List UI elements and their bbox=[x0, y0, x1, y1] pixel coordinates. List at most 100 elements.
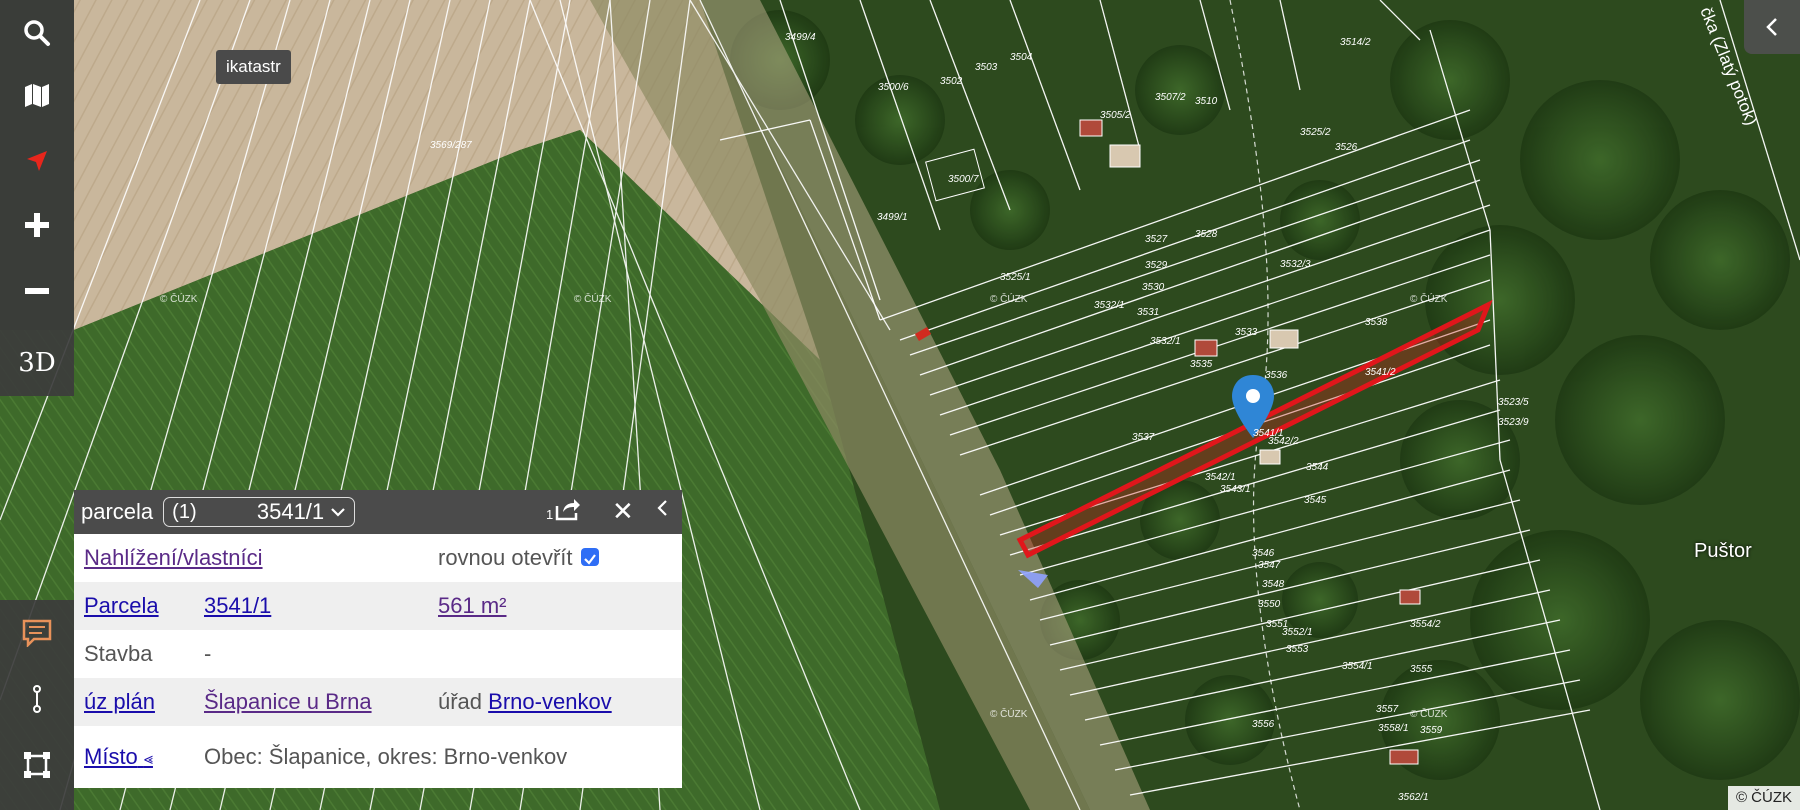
location-link[interactable]: Místo ⪡ bbox=[84, 744, 153, 770]
svg-text:3499/1: 3499/1 bbox=[877, 212, 908, 223]
building-value: - bbox=[204, 641, 212, 666]
comment-icon bbox=[22, 619, 52, 647]
svg-text:© ČÚZK: © ČÚZK bbox=[574, 292, 612, 305]
panel-collapse-button[interactable] bbox=[656, 498, 668, 523]
svg-text:3532/1: 3532/1 bbox=[1094, 300, 1125, 311]
svg-text:3529: 3529 bbox=[1145, 260, 1168, 271]
collapse-right-button[interactable] bbox=[1744, 0, 1800, 54]
svg-text:3523/9: 3523/9 bbox=[1498, 417, 1529, 428]
3d-button[interactable]: 3D bbox=[0, 330, 74, 396]
measure-button[interactable] bbox=[0, 666, 74, 732]
search-icon bbox=[24, 20, 50, 46]
chevron-left-icon bbox=[1766, 18, 1777, 36]
svg-text:© ČÚZK: © ČÚZK bbox=[160, 292, 198, 305]
svg-text:3558/1: 3558/1 bbox=[1378, 723, 1409, 734]
office-label: úřad bbox=[438, 689, 483, 714]
row-ownership: Nahlížení/vlastníci rovnou otevřít bbox=[74, 534, 682, 582]
row-parcel: Parcela 3541/1 561 m² bbox=[74, 582, 682, 630]
building-label: Stavba bbox=[84, 641, 153, 666]
map-icon bbox=[25, 84, 49, 107]
svg-text:3555: 3555 bbox=[1410, 664, 1433, 675]
zoom-in-button[interactable] bbox=[0, 192, 74, 258]
svg-text:3543/1: 3543/1 bbox=[1220, 484, 1251, 495]
svg-text:3548: 3548 bbox=[1262, 579, 1285, 590]
copyright-label: © ČÚZK bbox=[1727, 786, 1800, 810]
svg-text:3541/2: 3541/2 bbox=[1365, 367, 1396, 378]
tools-toolbar bbox=[0, 600, 74, 810]
svg-text:3532/1: 3532/1 bbox=[1150, 336, 1181, 347]
svg-text:© ČÚZK: © ČÚZK bbox=[1410, 707, 1448, 720]
svg-text:3527: 3527 bbox=[1145, 234, 1168, 245]
share-button[interactable]: 1 bbox=[546, 496, 582, 522]
svg-text:3533: 3533 bbox=[1235, 327, 1258, 338]
comment-button[interactable] bbox=[0, 600, 74, 666]
measure-icon bbox=[33, 685, 41, 713]
open-directly-option[interactable]: rovnou otevřít bbox=[438, 545, 599, 571]
svg-text:3553: 3553 bbox=[1286, 644, 1309, 655]
svg-text:3525/1: 3525/1 bbox=[1000, 272, 1031, 283]
row-location: Místo ⪡ Obec: Šlapanice, okres: Brno-ven… bbox=[74, 726, 682, 788]
chevron-down-icon bbox=[331, 508, 345, 517]
svg-text:3542/2: 3542/2 bbox=[1268, 436, 1299, 447]
parcel-select-count: (1) bbox=[172, 500, 197, 523]
panel-title: parcela bbox=[81, 499, 154, 524]
svg-text:© ČÚZK: © ČÚZK bbox=[1410, 292, 1448, 305]
ownership-link[interactable]: Nahlížení/vlastníci bbox=[84, 545, 263, 571]
locate-button[interactable] bbox=[0, 128, 74, 194]
svg-text:3507/2: 3507/2 bbox=[1155, 92, 1186, 103]
zoning-plan-link[interactable]: úz plán bbox=[84, 689, 155, 715]
svg-text:3554/2: 3554/2 bbox=[1410, 619, 1441, 630]
svg-text:3525/2: 3525/2 bbox=[1300, 127, 1331, 138]
check-icon bbox=[583, 554, 596, 565]
parcel-link[interactable]: Parcela bbox=[84, 593, 159, 619]
svg-text:3500/7: 3500/7 bbox=[948, 174, 979, 185]
row-building: Stavba - bbox=[74, 630, 682, 678]
chevron-left-icon bbox=[657, 500, 667, 516]
svg-text:© ČÚZK: © ČÚZK bbox=[990, 292, 1028, 305]
search-button[interactable] bbox=[0, 0, 74, 66]
zoom-out-icon bbox=[25, 288, 49, 294]
share-icon bbox=[555, 499, 581, 521]
parcel-area-link[interactable]: 561 m² bbox=[438, 593, 506, 619]
map-toolbar: 3D bbox=[0, 0, 74, 396]
parcel-info-panel: parcela (1) 3541/1 1 ✕ Nahlížení/vlastní… bbox=[74, 490, 682, 808]
svg-text:3569/287: 3569/287 bbox=[430, 140, 472, 151]
svg-text:3544: 3544 bbox=[1306, 462, 1329, 473]
panel-header: parcela (1) 3541/1 1 ✕ bbox=[74, 490, 682, 534]
area-button[interactable] bbox=[0, 732, 74, 798]
svg-text:3538: 3538 bbox=[1365, 317, 1388, 328]
row-zoning: úz plán Šlapanice u Brna úřad Brno-venko… bbox=[74, 678, 682, 726]
svg-text:3505/2: 3505/2 bbox=[1100, 110, 1131, 121]
parcel-select-value: 3541/1 bbox=[256, 499, 325, 524]
svg-text:3557: 3557 bbox=[1376, 704, 1399, 715]
svg-text:3556: 3556 bbox=[1252, 719, 1275, 730]
svg-text:3530: 3530 bbox=[1142, 282, 1165, 293]
open-directly-checkbox[interactable] bbox=[580, 548, 599, 567]
svg-text:3532/3: 3532/3 bbox=[1280, 259, 1311, 270]
share-count: 1 bbox=[546, 507, 554, 522]
svg-text:3545: 3545 bbox=[1304, 495, 1327, 506]
svg-text:3562/1: 3562/1 bbox=[1398, 792, 1429, 803]
area-icon bbox=[24, 752, 50, 778]
close-icon[interactable]: ✕ bbox=[612, 496, 634, 527]
svg-text:3542/1: 3542/1 bbox=[1205, 472, 1236, 483]
svg-text:3510: 3510 bbox=[1195, 96, 1218, 107]
svg-text:3500/6: 3500/6 bbox=[878, 82, 909, 93]
svg-text:3546: 3546 bbox=[1252, 548, 1275, 559]
svg-text:3502: 3502 bbox=[940, 76, 963, 87]
svg-text:3514/2: 3514/2 bbox=[1340, 37, 1371, 48]
cadastral-area-link[interactable]: Šlapanice u Brna bbox=[204, 689, 372, 715]
zoom-in-icon bbox=[25, 213, 49, 237]
map-layers-button[interactable] bbox=[0, 62, 74, 128]
svg-text:3547: 3547 bbox=[1258, 560, 1281, 571]
svg-text:3523/5: 3523/5 bbox=[1498, 397, 1529, 408]
parcel-select[interactable]: (1) 3541/1 bbox=[163, 497, 356, 527]
parcel-number-link[interactable]: 3541/1 bbox=[204, 593, 271, 619]
svg-text:3550: 3550 bbox=[1258, 599, 1281, 610]
office-link[interactable]: Brno-venkov bbox=[488, 689, 612, 714]
zoom-out-button[interactable] bbox=[0, 258, 74, 324]
svg-text:3504: 3504 bbox=[1010, 52, 1033, 63]
svg-text:3531: 3531 bbox=[1137, 307, 1159, 318]
svg-text:3559: 3559 bbox=[1420, 725, 1443, 736]
svg-text:3499/4: 3499/4 bbox=[785, 32, 816, 43]
